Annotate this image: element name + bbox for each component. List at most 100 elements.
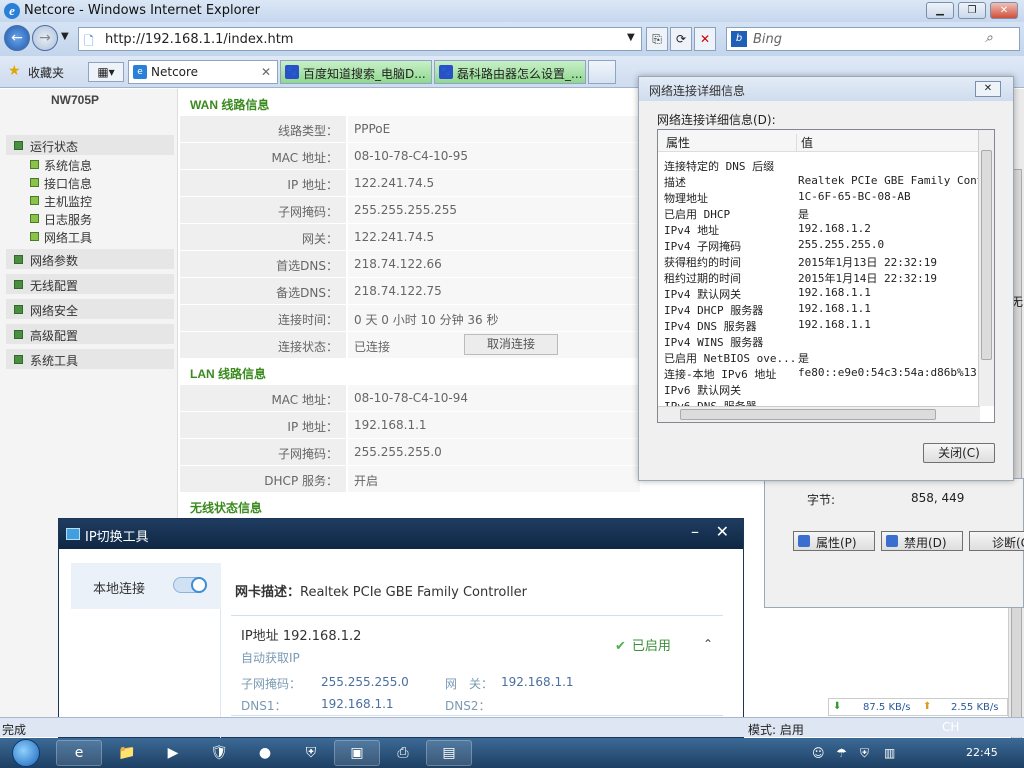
field-value: 218.74.122.66 — [348, 251, 640, 277]
menu-iface-info[interactable]: 接口信息 — [30, 175, 92, 192]
tab-router-setup[interactable]: 🐾 磊科路由器怎么设置_... — [434, 60, 586, 84]
menu-wireless[interactable]: 无线配置 — [6, 274, 174, 294]
taskbar-shield-icon[interactable]: 🛡 — [196, 740, 242, 766]
field-label: 子网掩码： — [180, 197, 346, 223]
menu-label: 接口信息 — [44, 177, 93, 191]
menu-sys-info[interactable]: 系统信息 — [30, 157, 92, 174]
scroll-thumb[interactable] — [680, 409, 936, 420]
menu-running-status[interactable]: 运行状态 — [6, 135, 174, 155]
field-label: 首选DNS： — [180, 251, 346, 277]
clock[interactable]: 22:45 — [966, 746, 998, 759]
menu-net-tools[interactable]: 网络工具 — [30, 229, 92, 246]
forward-button[interactable]: → — [32, 25, 58, 51]
favorites-star-icon[interactable]: ★ — [8, 63, 21, 79]
gw-value: 192.168.1.1 — [501, 675, 574, 689]
tray-icon[interactable]: ☺ — [812, 746, 825, 760]
field-label: MAC 地址： — [180, 143, 346, 169]
lan-section-title: LAN 线路信息 — [190, 367, 266, 381]
close-tab-icon[interactable]: ✕ — [261, 65, 271, 79]
taskbar-explorer-icon[interactable]: 📁 — [104, 740, 150, 766]
taskbar-security-icon[interactable]: ⛨ — [288, 740, 334, 766]
details-label: 网络连接详细信息(D): — [657, 113, 776, 127]
tab-netcore[interactable]: e Netcore ✕ — [128, 60, 278, 84]
col-value[interactable]: 值 — [796, 134, 813, 151]
back-button[interactable]: ← — [4, 25, 30, 51]
minimize-icon[interactable]: – — [691, 522, 699, 541]
property-value: 2015年1月14日 22:32:19 — [798, 272, 937, 285]
field-label: 连接状态： — [180, 332, 346, 358]
ie-logo-icon: e — [4, 3, 20, 19]
menu-network-params[interactable]: 网络参数 — [6, 249, 174, 269]
toggle-knob — [191, 577, 207, 593]
menu-bullet-icon — [14, 255, 23, 264]
minimize-button[interactable]: ▁ — [926, 2, 954, 19]
wan-row: MAC 地址： 08-10-78-C4-10-95 — [180, 143, 640, 169]
field-value: 122.241.74.5 — [348, 170, 640, 196]
diagnose-button[interactable]: 诊断(G) — [969, 531, 1024, 551]
quick-tabs-icon[interactable]: ▦▾ — [88, 62, 124, 82]
close-icon[interactable]: ✕ — [716, 522, 729, 541]
compat-view-icon[interactable]: ⎘ — [646, 27, 668, 51]
field-value: 192.168.1.1 — [321, 697, 394, 711]
field-value: 08-10-78-C4-10-94 — [348, 385, 640, 411]
close-button[interactable]: 关闭(C) — [923, 443, 995, 463]
properties-button[interactable]: 属性(P) — [793, 531, 875, 551]
wan-row: 线路类型： PPPoE — [180, 116, 640, 142]
tab-baidu-zhidao[interactable]: 🐾 百度知道搜索_电脑D... — [280, 60, 432, 84]
menu-log-service[interactable]: 日志服务 — [30, 211, 92, 228]
tray-shield-icon[interactable]: ⛨ — [860, 746, 869, 761]
field-value: 0 天 0 小时 10 分钟 36 秒 — [348, 305, 640, 331]
local-connection-item[interactable]: 本地连接 — [71, 563, 221, 609]
taskbar-app-icon[interactable]: ● — [242, 740, 288, 766]
menu-advanced[interactable]: 高级配置 — [6, 324, 174, 344]
taskbar-network-tool-icon[interactable]: ▣ — [334, 740, 380, 766]
new-tab-button[interactable] — [588, 60, 616, 84]
connection-toggle[interactable] — [173, 577, 207, 593]
menu-security[interactable]: 网络安全 — [6, 299, 174, 319]
network-details-dialog: 网络连接详细信息 ✕ 网络连接详细信息(D): 属性 值 连接特定的 DNS 后… — [638, 76, 1014, 481]
dialog-title: 网络连接详细信息 — [639, 77, 1013, 101]
tray-lang[interactable]: CH — [942, 720, 959, 734]
tray-network-icon[interactable]: ▥ — [884, 746, 895, 760]
scroll-thumb[interactable] — [981, 150, 992, 360]
details-list[interactable]: 属性 值 连接特定的 DNS 后缀 描述 Realtek PCIe GBE Fami… — [657, 129, 995, 423]
dns1-value: 192.168.1.1 — [321, 697, 394, 711]
taskbar: e 📁 ▶ 🛡 ● ⛨ ▣ ⎙ ▤ ☺ ☂ ⛨ ▥ CH 22:45 — [0, 720, 1024, 768]
app-logo-icon — [66, 528, 80, 540]
dns1-row: DNS1： — [241, 697, 286, 714]
disconnect-button[interactable]: 取消连接 — [464, 334, 558, 355]
field-label: 线路类型： — [180, 116, 346, 142]
col-property[interactable]: 属性 — [666, 134, 690, 151]
search-box[interactable]: b Bing ⌕ — [726, 27, 1020, 51]
field-value: 192.168.1.1 — [501, 675, 574, 689]
favorites-label[interactable]: 收藏夹 — [28, 64, 64, 81]
taskbar-ie-icon[interactable]: e — [56, 740, 102, 766]
property-name: IPv4 子网掩码 — [664, 240, 742, 253]
list-vscrollbar[interactable] — [978, 130, 994, 406]
history-dropdown-icon[interactable]: ▼ — [61, 31, 69, 42]
collapse-icon[interactable]: ⌃ — [703, 637, 713, 651]
ip-label: IP地址 — [241, 629, 279, 644]
maximize-button[interactable]: ❐ — [958, 2, 986, 19]
stop-icon[interactable]: ✕ — [694, 27, 716, 51]
shield-icon — [886, 535, 898, 547]
property-value: 192.168.1.2 — [798, 222, 871, 235]
list-hscrollbar[interactable] — [658, 406, 980, 422]
refresh-icon[interactable]: ⟳ — [670, 27, 692, 51]
dialog-close-icon[interactable]: ✕ — [975, 81, 1001, 97]
menu-host-monitor[interactable]: 主机监控 — [30, 193, 92, 210]
disable-button[interactable]: 禁用(D) — [881, 531, 963, 551]
close-window-button[interactable]: ✕ — [990, 2, 1018, 19]
tray-umbrella-icon[interactable]: ☂ — [836, 746, 847, 760]
start-button[interactable] — [4, 738, 48, 768]
field-label: 网关： — [180, 224, 346, 250]
menu-system-tools[interactable]: 系统工具 — [6, 349, 174, 369]
ip-address: IP地址 192.168.1.2 — [241, 625, 361, 644]
search-icon[interactable]: ⌕ — [985, 30, 993, 46]
taskbar-printer-icon[interactable]: ⎙ — [380, 740, 426, 766]
taskbar-ip-tool-icon[interactable]: ▤ — [426, 740, 472, 766]
address-dropdown-icon[interactable]: ▼ — [627, 32, 635, 43]
address-bar[interactable]: 🗋 http://192.168.1.1/index.htm ▼ — [78, 27, 642, 51]
field-label: 连接时间： — [180, 305, 346, 331]
taskbar-media-icon[interactable]: ▶ — [150, 740, 196, 766]
